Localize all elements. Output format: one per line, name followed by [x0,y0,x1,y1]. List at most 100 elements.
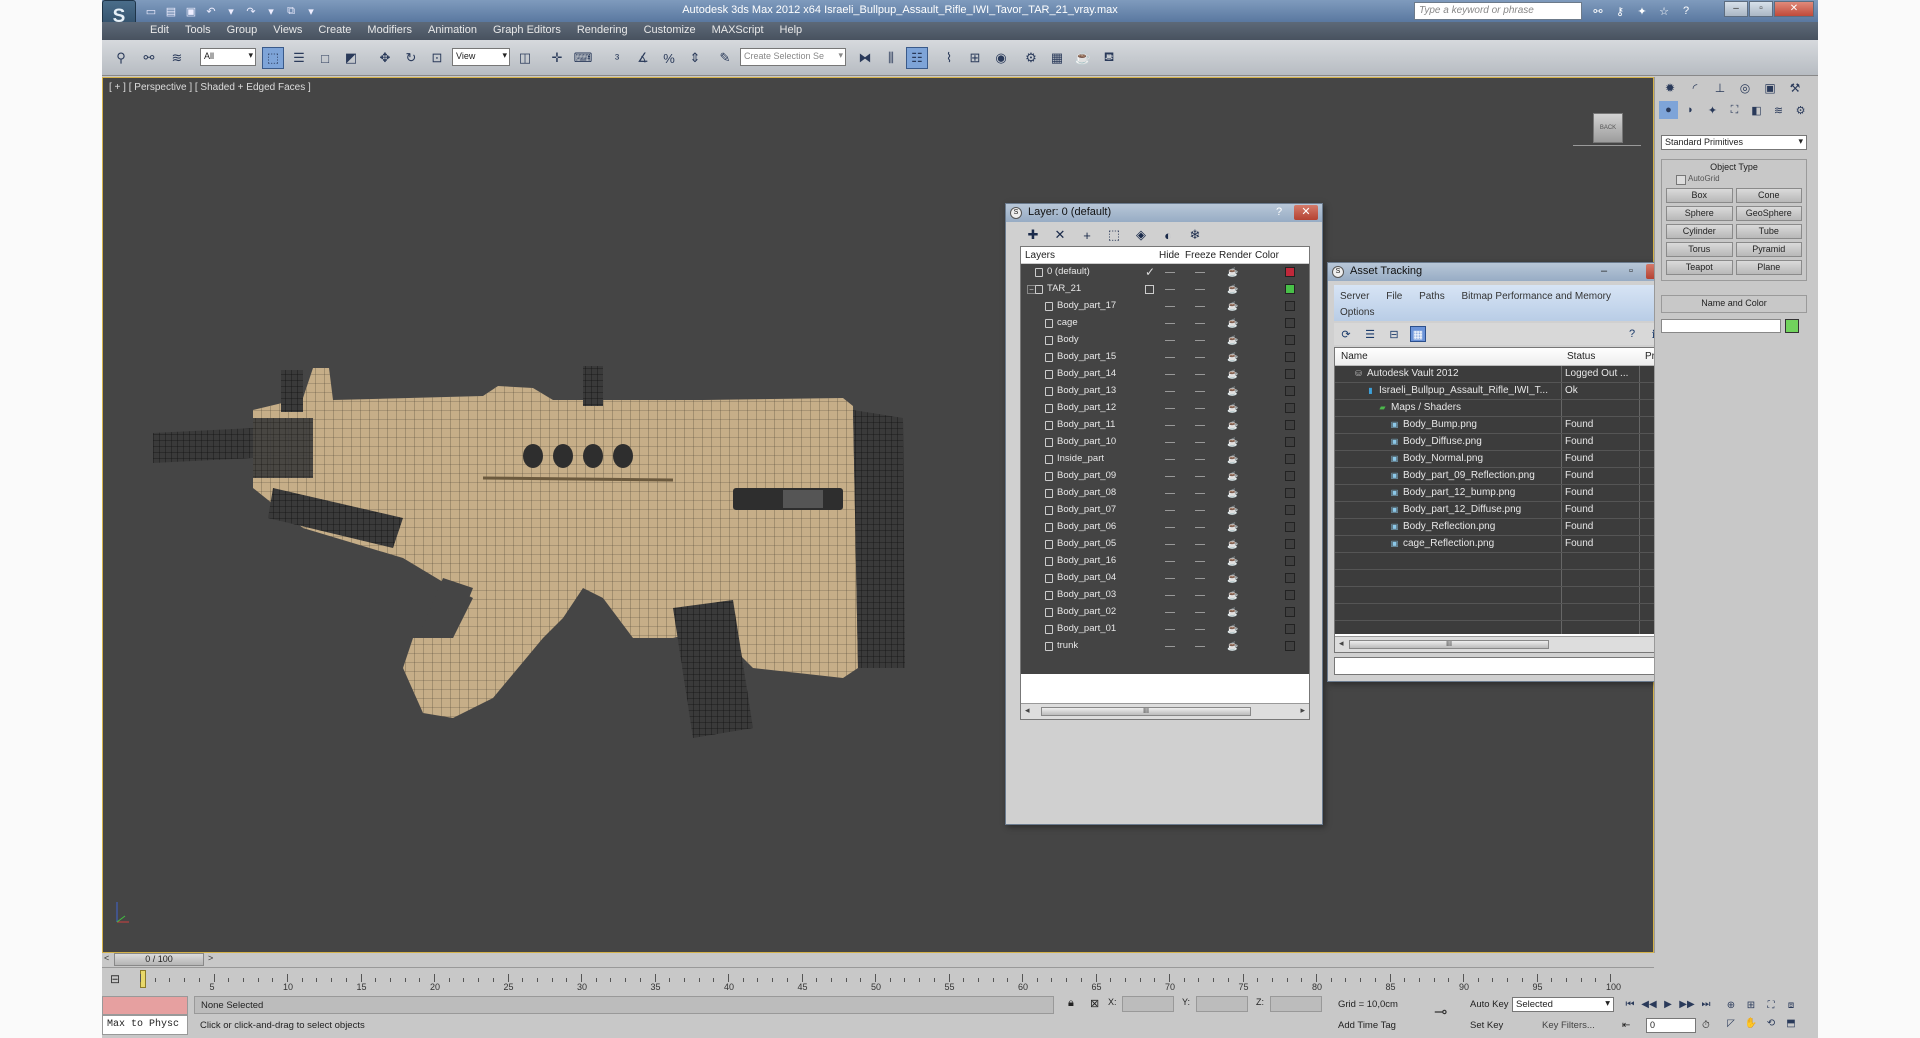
layer-name[interactable]: Body_part_17 [1057,300,1116,311]
create-new-layer-icon[interactable]: ✚ [1024,226,1042,244]
layer-row[interactable]: Inside_part ☕ [1021,451,1309,468]
auto-key-button[interactable]: Auto Key [1470,999,1509,1010]
layer-row[interactable]: Body_part_06 ☕ [1021,519,1309,536]
zoom-extents-all-icon[interactable]: ⧈ [1782,997,1800,1013]
hide-toggle[interactable] [1165,391,1175,392]
zoom-all-icon[interactable]: ⊞ [1742,997,1760,1013]
unlink-icon[interactable]: ⚯ [138,47,160,69]
layer-color-swatch[interactable] [1285,641,1295,651]
cameras-icon[interactable]: ⛶ [1725,101,1744,119]
freeze-toggle[interactable] [1195,510,1205,511]
layer-row[interactable]: Body_part_09 ☕ [1021,468,1309,485]
asset-list-scrollbar[interactable]: ◂ III ▸ [1335,636,1668,652]
layer-name[interactable]: Body_part_14 [1057,368,1116,379]
scroll-thumb[interactable]: III [1041,707,1251,716]
freeze-toggle[interactable] [1195,391,1205,392]
render-setup-icon[interactable]: ⚙ [1020,47,1042,69]
track-bar-ruler[interactable]: 5 10 15 20 25 30 35 40 45 50 55 60 65 70 75 80 85 90 95 100 [140,970,1621,992]
customize-qa-icon[interactable]: ▾ [302,2,320,20]
tree-view-icon[interactable]: ⊟ [1386,326,1402,342]
layer-color-swatch[interactable] [1285,369,1295,379]
asset-row[interactable]: ▣ Body_part_12_Diffuse.png Found [1335,502,1668,519]
layer-list-scrollbar[interactable]: ◂ III ▸ [1021,703,1309,719]
name-color-title[interactable]: Name and Color [1662,296,1806,310]
freeze-toggle[interactable] [1195,323,1205,324]
asset-row[interactable]: ▮ Israeli_Bullpup_Assault_Rifle_IWI_T... O… [1335,383,1668,400]
freeze-toggle[interactable] [1195,527,1205,528]
go-to-start-icon[interactable]: ⏮ [1622,997,1638,1012]
layer-name[interactable]: Body_part_05 [1057,538,1116,549]
layer-color-swatch[interactable] [1285,590,1295,600]
freeze-toggle[interactable] [1195,340,1205,341]
layer-name[interactable]: Body_part_07 [1057,504,1116,515]
col-status[interactable]: Status [1567,351,1595,362]
perspective-viewport[interactable]: [ + ] [ Perspective ] [ Shaded + Edged F… [102,77,1675,953]
menu-maxscript[interactable]: MAXScript [712,24,764,36]
hide-toggle[interactable] [1165,357,1175,358]
freeze-toggle[interactable] [1195,544,1205,545]
open-file-icon[interactable]: ▤ [162,2,180,20]
select-objects-in-layer-icon[interactable]: ⬚ [1105,226,1123,244]
z-coordinate-field[interactable] [1270,996,1322,1012]
select-object-icon[interactable]: ⬚ [262,47,284,69]
geosphere-button[interactable]: GeoSphere [1735,206,1802,221]
asset-dialog-titlebar[interactable]: S Asset Tracking – ▫ ✕ [1328,263,1674,281]
render-teapot-icon[interactable]: ☕ [1227,420,1238,430]
layer-row[interactable]: Body_part_11 ☕ [1021,417,1309,434]
cylinder-button[interactable]: Cylinder [1666,224,1733,239]
layer-color-swatch[interactable] [1285,301,1295,311]
redo-icon[interactable]: ↷ [242,2,260,20]
set-key-icon[interactable]: ⊸ [1434,1002,1447,1022]
render-teapot-icon[interactable]: ☕ [1227,624,1238,634]
project-folder-icon[interactable]: ⧉ [282,2,300,20]
select-and-rotate-icon[interactable]: ↻ [400,47,422,69]
rendered-frame-window-icon[interactable]: ▦ [1046,47,1068,69]
autogrid-checkbox[interactable]: AutoGrid [1662,174,1806,185]
layer-color-swatch[interactable] [1285,488,1295,498]
render-teapot-icon[interactable]: ☕ [1227,284,1238,294]
menu-create[interactable]: Create [318,24,351,36]
list-view-icon[interactable]: ☰ [1362,326,1378,342]
layer-color-swatch[interactable] [1285,403,1295,413]
zoom-icon[interactable]: ⊕ [1722,997,1740,1013]
viewport-label[interactable]: [ + ] [ Perspective ] [ Shaded + Edged F… [109,82,311,93]
hide-toggle[interactable] [1165,306,1175,307]
layer-dialog-titlebar[interactable]: S Layer: 0 (default) ? ✕ [1006,204,1322,222]
layer-help-button[interactable]: ? [1267,205,1291,220]
freeze-toggle[interactable] [1195,629,1205,630]
cone-button[interactable]: Cone [1735,188,1802,203]
asset-row[interactable]: ▣ cage_Reflection.png Found [1335,536,1668,553]
layer-name[interactable]: Body_part_12 [1057,402,1116,413]
hide-toggle[interactable] [1165,629,1175,630]
x-coordinate-field[interactable] [1122,996,1174,1012]
save-file-icon[interactable]: ▣ [182,2,200,20]
layer-color-swatch[interactable] [1285,539,1295,549]
layer-color-swatch[interactable] [1285,522,1295,532]
key-filters-button[interactable]: Key Filters... [1542,1020,1595,1031]
render-teapot-icon[interactable]: ☕ [1227,488,1238,498]
layer-color-swatch[interactable] [1285,505,1295,515]
hide-toggle[interactable] [1165,374,1175,375]
hide-toggle[interactable] [1165,527,1175,528]
redo-dropdown-icon[interactable]: ▾ [262,2,280,20]
subscription-icon[interactable]: ⚷ [1610,2,1630,20]
set-current-layer-box[interactable] [1145,285,1154,294]
layer-row[interactable]: cage ☕ [1021,315,1309,332]
render-teapot-icon[interactable]: ☕ [1227,437,1238,447]
scroll-right-icon[interactable]: ▸ [1300,705,1305,716]
hide-toggle[interactable] [1165,442,1175,443]
menu-tools[interactable]: Tools [185,24,211,36]
selection-filter-dropdown[interactable]: All [200,48,256,66]
layer-name[interactable]: cage [1057,317,1078,328]
hide-toggle[interactable] [1165,323,1175,324]
freeze-toggle[interactable] [1195,374,1205,375]
col-name[interactable]: Name [1341,351,1368,362]
layer-color-swatch[interactable] [1285,454,1295,464]
layer-color-swatch[interactable] [1285,471,1295,481]
hide-toggle[interactable] [1165,510,1175,511]
key-mode-icon[interactable]: ⇤ [1622,1020,1630,1031]
bind-space-warp-icon[interactable]: ≋ [166,47,188,69]
asset-help-icon[interactable]: ? [1624,326,1640,342]
layer-row[interactable]: Body ☕ [1021,332,1309,349]
binoculars-icon[interactable]: ⚯ [1588,2,1608,20]
